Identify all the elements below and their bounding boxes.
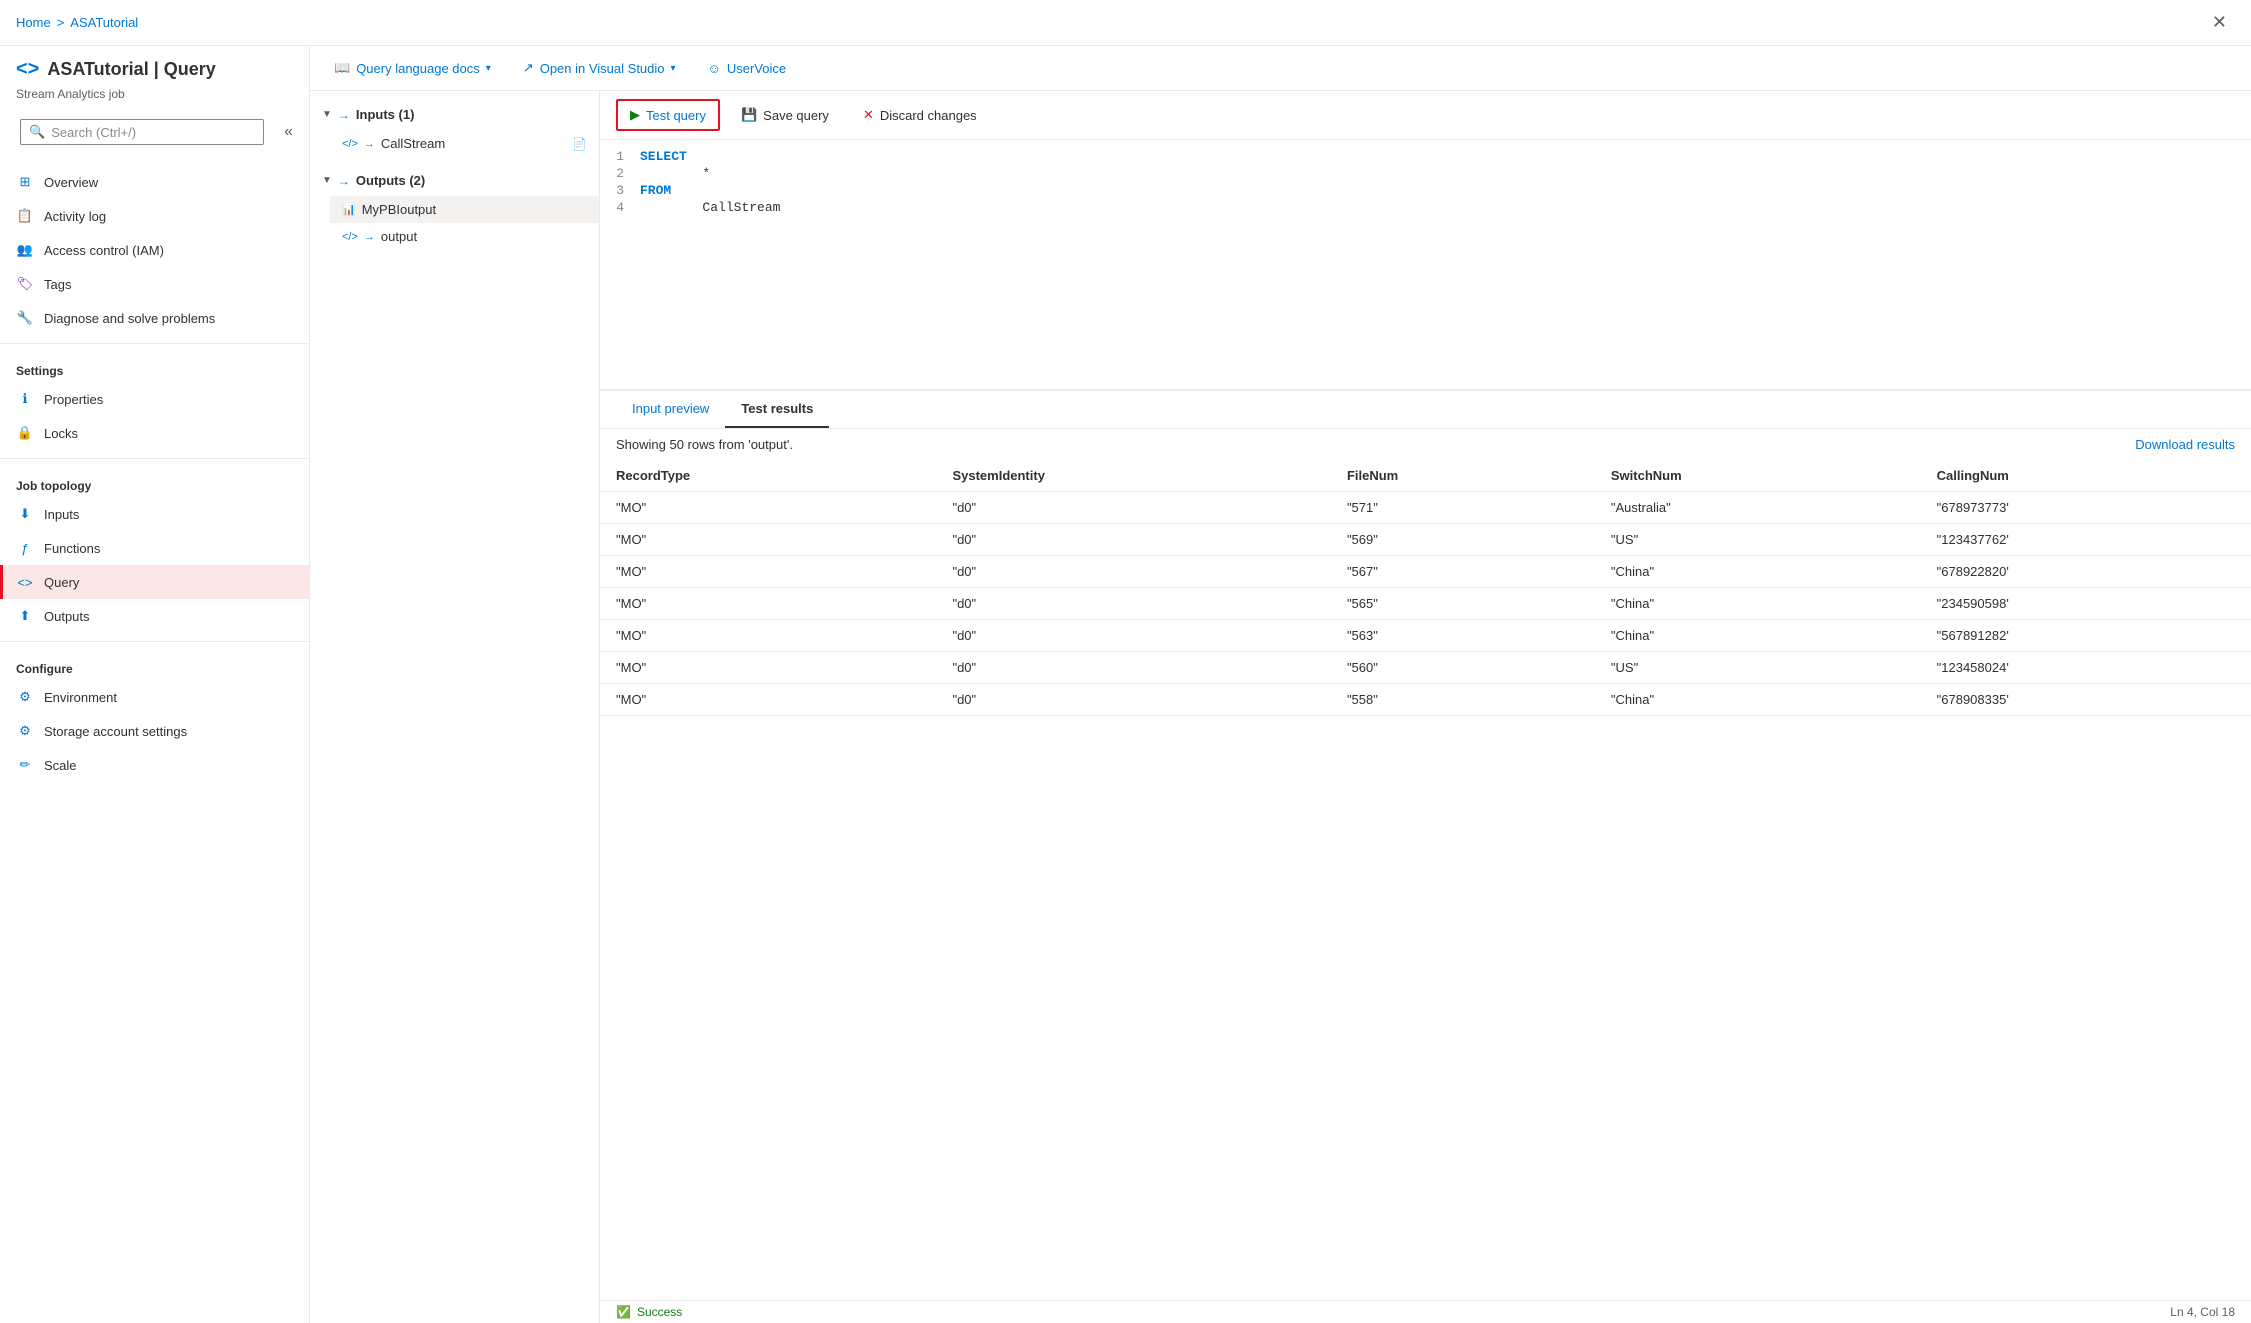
job-topology-section-label: Job topology [0, 467, 309, 497]
success-status: ✅ Success [616, 1305, 682, 1319]
code-icon: </> [342, 138, 358, 150]
code-editor[interactable]: 1 SELECT 2 * 3 FROM 4 [600, 140, 2251, 390]
sidebar-item-overview[interactable]: ⊞ Overview [0, 165, 309, 199]
table-row: "MO""d0""563""China""567891282' [600, 620, 2251, 652]
sidebar-item-properties[interactable]: ℹ Properties [0, 382, 309, 416]
outputs-tree-section[interactable]: ▼ → Outputs (2) [310, 165, 599, 196]
output-icon: ⬆ [16, 607, 34, 625]
tab-input-preview[interactable]: Input preview [616, 391, 725, 428]
breadcrumb-home[interactable]: Home [16, 15, 51, 30]
input-source-icon: → [364, 138, 375, 150]
query-icon: <> [16, 573, 34, 591]
download-results-link[interactable]: Download results [2135, 437, 2235, 452]
results-table: RecordType SystemIdentity FileNum Switch… [600, 460, 2251, 716]
tag-icon: 🏷 [16, 275, 34, 293]
product-icon: <> [16, 58, 39, 81]
code-line-2: 2 * [600, 165, 2251, 182]
table-row: "MO""d0""560""US""123458024' [600, 652, 2251, 684]
sidebar-item-locks[interactable]: 🔒 Locks [0, 416, 309, 450]
play-icon: ▶ [630, 107, 640, 123]
col-system-identity: SystemIdentity [936, 460, 1330, 492]
col-calling-num: CallingNum [1921, 460, 2251, 492]
breadcrumb-separator: > [57, 15, 65, 30]
lock-icon: 🔒 [16, 424, 34, 442]
inputs-tree-section[interactable]: ▼ → Inputs (1) [310, 99, 599, 130]
close-icon[interactable]: ✕ [2204, 8, 2235, 37]
sidebar-item-outputs[interactable]: ⬆ Outputs [0, 599, 309, 633]
page-title: ASATutorial | Query [47, 59, 215, 80]
sidebar-item-activity-log[interactable]: 📋 Activity log [0, 199, 309, 233]
save-query-button[interactable]: 💾 Save query [728, 100, 842, 130]
cursor-position: Ln 4, Col 18 [2170, 1305, 2235, 1319]
wrench-icon: 🔧 [16, 309, 34, 327]
col-file-num: FileNum [1331, 460, 1595, 492]
table-row: "MO""d0""571""Australia""678973773' [600, 492, 2251, 524]
table-row: "MO""d0""569""US""123437762' [600, 524, 2251, 556]
output-source-icon: → [364, 231, 375, 243]
sidebar-item-inputs[interactable]: ⬇ Inputs [0, 497, 309, 531]
chart-icon: 📊 [342, 203, 356, 216]
sidebar-item-storage-account-settings[interactable]: ⚙ Storage account settings [0, 714, 309, 748]
page-subtitle: Stream Analytics job [0, 87, 309, 111]
collapse-sidebar-button[interactable]: « [276, 119, 301, 145]
file-icon: 📄 [572, 137, 587, 151]
open-visual-studio-button[interactable]: ↗ Open in Visual Studio ▾ [515, 56, 684, 80]
test-query-button[interactable]: ▶ Test query [616, 99, 720, 131]
results-table-container[interactable]: RecordType SystemIdentity FileNum Switch… [600, 460, 2251, 1300]
table-row: "MO""d0""558""China""678908335' [600, 684, 2251, 716]
sidebar-item-environment[interactable]: ⚙ Environment [0, 680, 309, 714]
env-icon: ⚙ [16, 688, 34, 706]
output-tree-icon: → [338, 174, 350, 188]
uservoice-button[interactable]: ☺ UserVoice [700, 57, 795, 80]
sidebar-item-scale[interactable]: ✏ Scale [0, 748, 309, 782]
search-icon: 🔍 [29, 124, 45, 140]
sidebar-item-tags[interactable]: 🏷 Tags [0, 267, 309, 301]
functions-icon: ƒ [16, 539, 34, 557]
save-icon: 💾 [741, 107, 757, 123]
sidebar-item-diagnose[interactable]: 🔧 Diagnose and solve problems [0, 301, 309, 335]
list-icon: 📋 [16, 207, 34, 225]
code-line-4: 4 CallStream [600, 199, 2251, 216]
expand-outputs-icon: ▼ [322, 175, 332, 186]
code-icon2: </> [342, 231, 358, 243]
storage-icon: ⚙ [16, 722, 34, 740]
tab-test-results[interactable]: Test results [725, 391, 829, 428]
expand-inputs-icon: ▼ [322, 109, 332, 120]
sidebar-item-functions[interactable]: ƒ Functions [0, 531, 309, 565]
info-icon: ℹ [16, 390, 34, 408]
configure-section-label: Configure [0, 650, 309, 680]
input-tree-icon: → [338, 108, 350, 122]
discard-changes-button[interactable]: ✕ Discard changes [850, 100, 990, 130]
external-link-icon: ↗ [523, 60, 534, 76]
search-input[interactable] [51, 125, 255, 140]
tree-item-mypbloutput[interactable]: 📊 MyPBIoutput [330, 196, 599, 223]
table-row: "MO""d0""565""China""234590598' [600, 588, 2251, 620]
sidebar-item-query[interactable]: <> Query [0, 565, 309, 599]
chevron-down-icon2: ▾ [671, 63, 676, 74]
chevron-down-icon: ▾ [486, 63, 491, 74]
tree-item-callstream[interactable]: </> → CallStream 📄 [330, 130, 599, 157]
sidebar-item-access-control[interactable]: 👥 Access control (IAM) [0, 233, 309, 267]
results-info-text: Showing 50 rows from 'output'. [616, 437, 793, 452]
people-icon: 👥 [16, 241, 34, 259]
breadcrumb-current[interactable]: ASATutorial [70, 15, 138, 30]
input-icon: ⬇ [16, 505, 34, 523]
scale-icon: ✏ [16, 756, 34, 774]
col-record-type: RecordType [600, 460, 936, 492]
grid-icon: ⊞ [16, 173, 34, 191]
book-icon: 📖 [334, 60, 350, 76]
smile-icon: ☺ [708, 61, 721, 76]
success-icon: ✅ [616, 1305, 631, 1319]
x-icon: ✕ [863, 107, 874, 123]
code-line-1: 1 SELECT [600, 148, 2251, 165]
tree-item-output[interactable]: </> → output [330, 223, 599, 250]
table-row: "MO""d0""567""China""678922820' [600, 556, 2251, 588]
settings-section-label: Settings [0, 352, 309, 382]
col-switch-num: SwitchNum [1595, 460, 1921, 492]
code-line-3: 3 FROM [600, 182, 2251, 199]
query-language-docs-button[interactable]: 📖 Query language docs ▾ [326, 56, 499, 80]
